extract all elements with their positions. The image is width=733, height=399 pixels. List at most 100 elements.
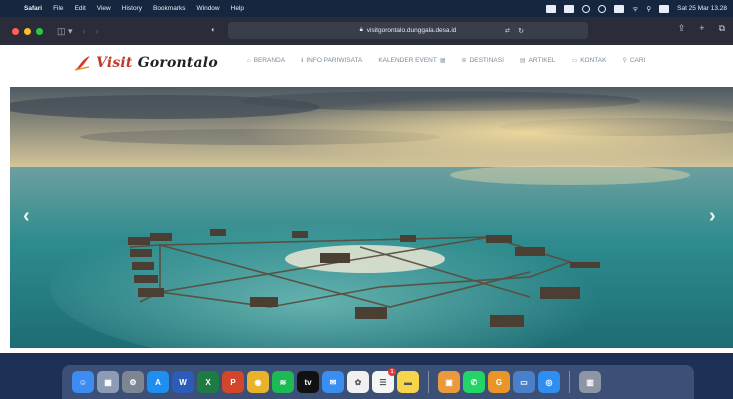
dock-app-glyph: ▦ (104, 377, 112, 387)
home-icon: ⌂ (247, 57, 251, 64)
dock-app-trash-icon[interactable]: ▥ (579, 371, 601, 393)
nav-cari[interactable]: ⚲ CARI (622, 57, 645, 64)
share-icon[interactable]: ⇪ (678, 23, 686, 34)
menu-app-name[interactable]: Safari (24, 5, 42, 12)
dock-app-excel-icon[interactable]: X (197, 371, 219, 393)
menu-help[interactable]: Help (231, 5, 244, 12)
zoom-window-button[interactable] (36, 27, 43, 35)
dock-app-launchpad-icon[interactable]: ▦ (97, 371, 119, 393)
wifi-icon[interactable]: ᯤ (632, 4, 638, 13)
dock-app-photos-icon[interactable]: ✿ (347, 371, 369, 393)
dock-app-glyph: ◎ (545, 377, 553, 387)
dock-app-glyph: P (230, 377, 236, 387)
dock-app-glyph: ✉ (329, 377, 337, 387)
dock-app-glyph: ☰ (379, 377, 387, 387)
minimize-window-button[interactable] (24, 27, 31, 35)
dock-app-system-settings-icon[interactable]: ⚙ (122, 371, 144, 393)
dock-separator (569, 371, 570, 393)
globe-icon: ⊕ (461, 58, 467, 64)
status-menu-icon[interactable] (564, 4, 575, 13)
dock-app-glyph: ⚙ (129, 377, 137, 387)
menu-view[interactable]: View (97, 5, 111, 12)
logo-text: Visit Gorontalo (96, 55, 218, 71)
menu-bookmarks[interactable]: Bookmarks (153, 5, 186, 12)
battery-icon[interactable] (614, 4, 625, 13)
dock-app-chrome-icon[interactable]: ◉ (247, 371, 269, 393)
dock-app-glyph: ☺ (78, 377, 88, 387)
dock-app-glyph: ✿ (354, 377, 362, 387)
dock-app-glyph: W (179, 377, 187, 387)
nav-destinasi[interactable]: ⊕ DESTINASI (462, 57, 504, 64)
nav-kontak[interactable]: ▭ KONTAK (572, 57, 607, 64)
nav-beranda[interactable]: ⌂ BERANDA (247, 57, 285, 64)
dock: ☺ ▦ ⚙ A W X P ◉ ≋ tv ✉ ✿ ☰ 1 ▬ ▣ ✆ G ▭ ◎ ▥ (62, 365, 694, 399)
dock-app-finder-icon[interactable]: ☺ (72, 371, 94, 393)
status-menu-icon[interactable] (546, 4, 557, 13)
dock-app-spotify-icon[interactable]: ≋ (272, 371, 294, 393)
dock-app-preview-icon[interactable]: ▣ (438, 371, 460, 393)
nav-label: BERANDA (253, 57, 286, 64)
dock-app-powerpoint-icon[interactable]: P (222, 371, 244, 393)
nav-kalender-event[interactable]: KALENDER EVENT ▦ (378, 57, 445, 64)
dock-app-glyph: tv (304, 377, 312, 387)
dock-app-apple-tv-icon[interactable]: tv (297, 371, 319, 393)
hero-slider[interactable]: ‹ › (10, 87, 733, 348)
menu-history[interactable]: History (122, 5, 142, 12)
web-page: Visit Gorontalo ⌂ BERANDA ℹ INFO PARIWISAT… (0, 45, 733, 359)
new-tab-icon[interactable]: + (699, 23, 704, 34)
nav-info-pariwisata[interactable]: ℹ INFO PARIWISATA (301, 57, 362, 64)
nav-label: INFO PARIWISATA (306, 57, 363, 64)
dock-app-notes-icon[interactable]: ▬ (397, 371, 419, 393)
address-bar[interactable]: 🔒︎ visitgorontalo.dunggala.desa.id ⇄ ↻ (228, 22, 588, 39)
lock-icon: 🔒︎ (359, 27, 363, 33)
dock-app-glyph: ✆ (470, 377, 478, 387)
status-menu-icon[interactable] (582, 4, 591, 13)
close-window-button[interactable] (12, 27, 19, 35)
browser-toolbar: ◫ ▾ ‹ › ◐ 🔒︎ visitgorontalo.dunggala.des… (0, 17, 733, 45)
dock-app-app-store-icon[interactable]: A (147, 371, 169, 393)
info-icon: ℹ (301, 58, 304, 64)
nav-label: ARTIKEL (528, 57, 556, 64)
dock-app-glyph: G (495, 377, 503, 387)
dock-app-whatsapp-icon[interactable]: ✆ (463, 371, 485, 393)
notification-badge: 1 (388, 368, 396, 376)
slider-prev-button[interactable]: ‹ (23, 205, 30, 228)
dock-app-glyph: ≋ (279, 377, 287, 387)
reload-icon[interactable]: ↻ (518, 27, 524, 35)
dock-app-reminders-icon[interactable]: ☰ 1 (372, 368, 396, 393)
nav-label: CARI (629, 57, 646, 64)
nav-label: KONTAK (580, 57, 607, 64)
control-center-icon[interactable] (659, 4, 670, 13)
privacy-shield-icon[interactable]: ◐ (211, 25, 216, 34)
dock-app-mail-icon[interactable]: ✉ (322, 371, 344, 393)
dock-app-glyph: A (155, 377, 161, 387)
translate-icon[interactable]: ⇄ (505, 27, 510, 34)
calendar-icon: ▦ (439, 58, 446, 64)
logo-sub: Gorontalo (137, 55, 218, 71)
forward-button[interactable]: › (96, 26, 99, 36)
status-menu-icon[interactable] (598, 4, 607, 13)
sidebar-toggle-icon[interactable]: ◫ ▾ (57, 26, 73, 37)
dock-app-safari-icon[interactable]: ◎ (538, 371, 560, 393)
nav-artikel[interactable]: ▤ ARTIKEL (520, 57, 556, 64)
spotlight-search-icon[interactable]: ⚲ (646, 5, 651, 13)
tab-overview-icon[interactable]: ⧉ (719, 23, 725, 34)
dock-app-glyph: ▥ (586, 377, 594, 387)
search-icon: ⚲ (622, 58, 627, 64)
slider-next-button[interactable]: › (709, 205, 716, 228)
nav-label: KALENDER EVENT (378, 57, 437, 64)
menu-edit[interactable]: Edit (75, 5, 86, 12)
menu-clock[interactable]: Sat 25 Mar 13.28 (677, 5, 727, 12)
site-logo[interactable]: Visit Gorontalo (74, 54, 218, 72)
menu-window[interactable]: Window (197, 5, 220, 12)
dock-app-word-icon[interactable]: W (172, 371, 194, 393)
dock-app-glyph: ◉ (254, 377, 262, 387)
back-button[interactable]: ‹ (83, 26, 86, 36)
dock-app-folder-icon[interactable]: ▭ (513, 371, 535, 393)
main-nav: ⌂ BERANDA ℹ INFO PARIWISATA KALENDER EVENT… (247, 57, 661, 64)
menu-file[interactable]: File (53, 5, 63, 12)
logo-main: Visit (96, 55, 133, 71)
dock-app-gorontalo-app-icon[interactable]: G (488, 371, 510, 393)
site-header: Visit Gorontalo ⌂ BERANDA ℹ INFO PARIWISAT… (0, 45, 733, 87)
url-text[interactable]: visitgorontalo.dunggala.desa.id (367, 27, 457, 34)
